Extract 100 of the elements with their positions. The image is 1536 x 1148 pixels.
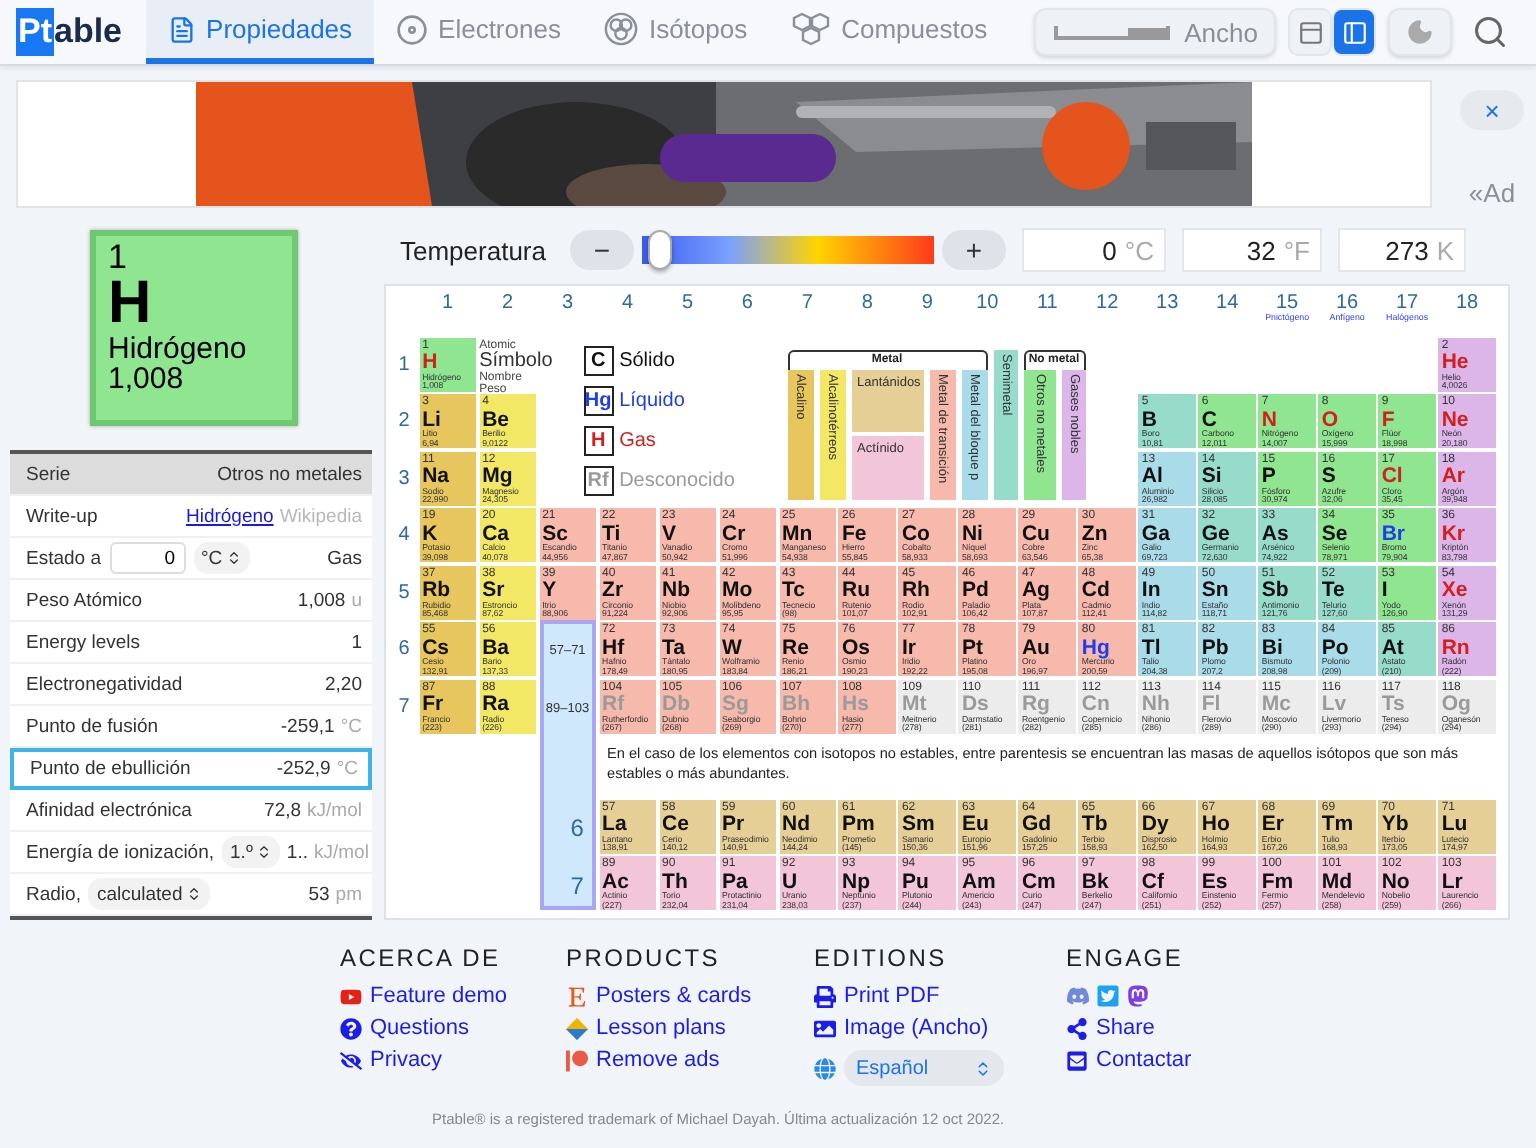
element-symbol: Ga: [1141, 523, 1172, 544]
social-icon[interactable]: [1126, 984, 1150, 1008]
element-symbol: Bi: [1261, 637, 1283, 658]
element-symbol: Gd: [1021, 814, 1052, 835]
element-symbol: Xe: [1441, 580, 1470, 601]
footer-link[interactable]: Contactar: [1066, 1046, 1306, 1074]
footer-link[interactable]: Print PDF: [814, 982, 1066, 1010]
video-icon: [340, 985, 362, 1007]
footer-link[interactable]: Remove ads: [566, 1046, 814, 1074]
layout-toggle[interactable]: [1332, 8, 1376, 56]
footer-link[interactable]: Feature demo: [340, 982, 566, 1010]
state-label: Desconocido: [619, 469, 735, 491]
element-symbol: Zn: [1081, 523, 1110, 544]
circles-icon: [604, 12, 639, 46]
nav-tab[interactable]: Propiedades: [146, 0, 375, 64]
element-symbol: At: [1381, 637, 1404, 658]
element-symbol: Rn: [1441, 637, 1472, 658]
property-select[interactable]: 1.º: [222, 836, 281, 868]
unit-select[interactable]: °C: [193, 542, 251, 574]
element-symbol: Og: [1441, 694, 1471, 715]
element-symbol: Cs: [422, 637, 452, 658]
slider-thumb[interactable]: [647, 230, 672, 270]
element-symbol: Po: [1321, 637, 1349, 658]
footer-link[interactable]: Posters & cards: [566, 982, 814, 1010]
element-symbol: Cm: [1021, 871, 1058, 892]
element-symbol: Cr: [722, 523, 746, 544]
group-number: 1: [442, 294, 454, 314]
temperature-input[interactable]: 0: [109, 542, 185, 574]
element-symbol: Pd: [961, 580, 989, 601]
element-symbol: Pb: [1201, 637, 1231, 658]
group-number: 3: [561, 294, 574, 314]
logo: Ptable: [16, 0, 123, 64]
element-symbol: V: [662, 523, 677, 544]
footer-heading: EDITIONS: [814, 944, 949, 972]
temperature-field[interactable]: 32 °F: [1181, 228, 1322, 272]
key-symbol: Símbolo: [479, 351, 555, 371]
decrease-button[interactable]: −: [569, 230, 634, 270]
state-label: Líquido: [619, 389, 685, 411]
period-number: 6: [398, 638, 410, 660]
moon-icon: [1406, 18, 1434, 46]
element-symbol: I: [1381, 580, 1390, 601]
footer-link[interactable]: Privacy: [340, 1046, 566, 1074]
group-number: 11: [1036, 294, 1058, 314]
group-number: 14: [1216, 294, 1239, 314]
image-icon: [814, 1017, 836, 1039]
chat-icon[interactable]: [1066, 984, 1090, 1008]
unit-label: °C: [1124, 235, 1154, 265]
footer-link[interactable]: Questions: [340, 1014, 566, 1042]
language-select[interactable]: Español: [844, 1050, 1004, 1086]
element-symbol: Co: [901, 523, 930, 544]
element-symbol: C: [1201, 409, 1217, 430]
updown-icon: [256, 844, 273, 860]
property-link[interactable]: Hidrógeno: [185, 505, 274, 527]
property-label: Electronegatividad: [26, 673, 183, 695]
unit-label: °C: [336, 758, 358, 780]
element-symbol: Ag: [1021, 580, 1052, 601]
element-symbol: Cd: [1081, 580, 1110, 601]
element-symbol: Cu: [1021, 523, 1052, 544]
footer-link[interactable]: Image (Ancho): [814, 1014, 1066, 1042]
element-symbol: Ce: [662, 814, 691, 835]
period-number: 4: [398, 524, 410, 546]
group-number: 16: [1335, 294, 1359, 314]
element-symbol: Sb: [1261, 580, 1289, 601]
element-symbol: Fr: [422, 694, 444, 715]
temperature-field[interactable]: 0 °C: [1021, 228, 1166, 272]
footer-link[interactable]: Lesson plans: [566, 1014, 814, 1042]
group-number: 18: [1455, 294, 1479, 314]
footer-link[interactable]: Share: [1066, 1014, 1306, 1042]
selected-property-row[interactable]: Punto de ebullición -252,9 °C: [10, 748, 372, 790]
ring-icon: [396, 13, 429, 45]
updown-icon: [186, 886, 203, 902]
layout-toggle[interactable]: [1288, 8, 1332, 56]
period-number: 6: [568, 812, 586, 846]
element-symbol: Sr: [482, 580, 505, 601]
property-value: Gas: [327, 547, 362, 569]
property-label: Afinidad electrónica: [26, 799, 192, 821]
unit-label: kJ/mol: [313, 841, 369, 863]
element-symbol: Mo: [722, 580, 753, 601]
increase-button[interactable]: +: [941, 230, 1006, 270]
element-symbol: Yb: [1381, 814, 1411, 835]
element-symbol: Eu: [961, 814, 991, 835]
element-symbol: Pr: [722, 814, 745, 835]
unit-label: u: [351, 589, 362, 611]
group-number: 2: [501, 294, 514, 314]
element-symbol: La: [602, 814, 629, 835]
close-ad-button[interactable]: ×: [1460, 90, 1524, 130]
element-symbol: Mn: [782, 523, 813, 544]
temperature-slider[interactable]: [641, 236, 934, 264]
property-label: Peso Atómico: [26, 589, 143, 611]
element-symbol: Mt: [901, 694, 927, 715]
property-value: 1..: [286, 841, 308, 863]
bird-icon[interactable]: [1096, 984, 1120, 1008]
element-symbol: Bh: [782, 694, 812, 715]
element-symbol: Si: [1201, 466, 1222, 487]
temperature-field[interactable]: 273 K: [1337, 228, 1466, 272]
property-select[interactable]: calculated: [88, 878, 211, 910]
element-symbol: Cl: [1381, 466, 1405, 487]
element-symbol: Ca: [482, 523, 512, 544]
element-symbol: Ac: [602, 871, 631, 892]
element-symbol: Hf: [602, 637, 625, 658]
